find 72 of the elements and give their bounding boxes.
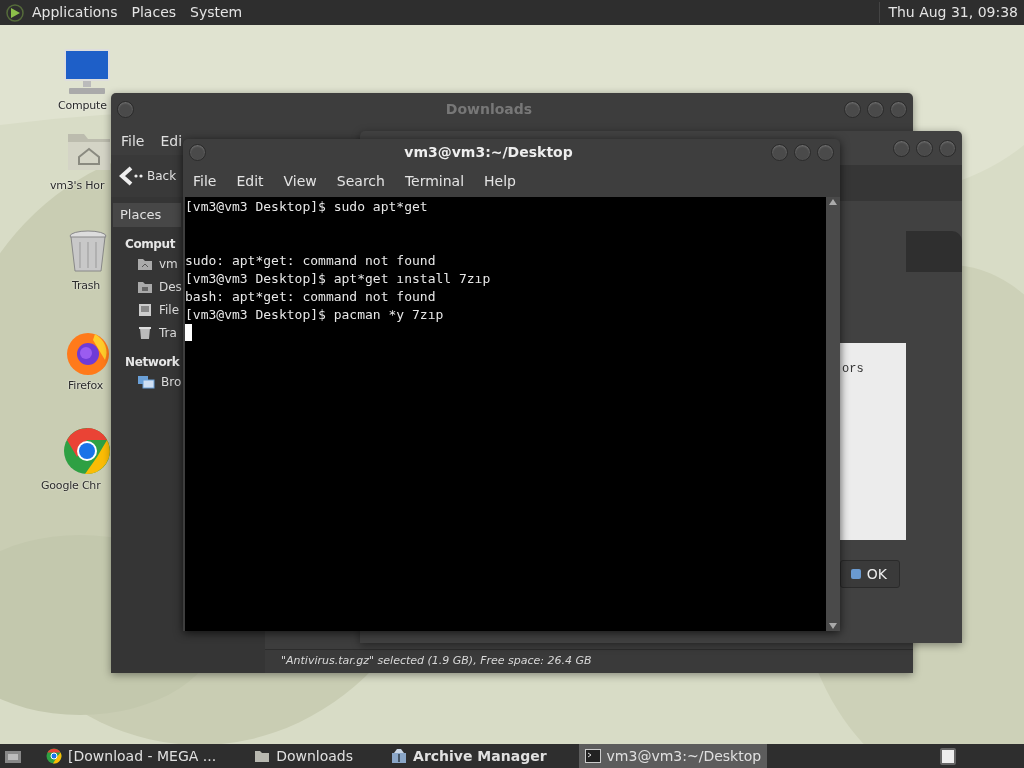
menu-item[interactable]: Terminal [404,170,465,192]
terminal-icon [584,749,601,763]
sidebar-item[interactable]: Bro [137,370,182,394]
clock[interactable]: Thu Aug 31, 09:38 [879,2,1024,23]
terminal-line: [vm3@vm3 Desktop]$ sudo apt*get [185,198,429,216]
window-title: vm3@vm3:~/Desktop [403,142,574,162]
status-text: "Antivirus.tar.gz" selected (1.9 GB), Free space: 26.4 GB [281,653,592,670]
menu-item[interactable]: Help [484,170,516,192]
trash-icon [137,326,153,340]
browser-logo-icon [46,748,62,764]
desktop-icon-label[interactable]: vm3's Hor [50,178,105,195]
scroll-down-icon[interactable] [829,623,837,629]
terminal-line: bash: apt*get: command not found [185,288,437,306]
sidebar-item[interactable]: Tra [137,321,177,345]
window-control-button[interactable] [939,139,956,157]
window-control-button[interactable] [817,143,834,161]
trash-icon[interactable] [68,230,108,274]
sidebar-item[interactable]: File [137,298,180,322]
sidebar-heading: Network [125,353,180,371]
desktop-icon-label[interactable]: Trash [72,278,101,295]
taskbar-button[interactable]: Archive Manager [385,744,553,768]
dialog-text: ors [842,362,864,376]
folder-icon [254,749,271,763]
window-control-button[interactable] [890,100,907,118]
browser-logo-icon[interactable] [65,330,111,376]
menu-item[interactable]: File [193,170,217,192]
taskbar-button[interactable]: Downloads [248,744,360,768]
menu-item[interactable]: Edi [160,131,183,152]
home-folder-icon [137,257,153,271]
sidebar-tab[interactable]: Places [113,203,181,227]
drive-icon [137,303,153,317]
show-desktop-icon[interactable] [4,748,22,764]
window-control-button[interactable] [771,143,788,161]
window-control-button[interactable] [794,143,811,161]
workspace-switcher[interactable] [940,747,956,765]
desktop-icon-label[interactable]: Firefox [68,378,103,395]
window-control-button[interactable] [844,100,861,118]
browser-logo-icon[interactable] [63,427,111,475]
desktop-icon-label[interactable]: Compute [58,98,107,115]
window-title: Downloads [444,99,534,119]
terminal-line: [vm3@vm3 Desktop]$ pacman *y 7zıp [185,306,445,324]
sidebar-item[interactable]: vm [137,252,178,276]
menu-item[interactable]: View [283,170,317,192]
window-control-button[interactable] [893,139,910,157]
network-icon [137,375,155,389]
sidebar-heading: Comput [125,235,176,253]
play-logo-icon[interactable] [6,3,24,22]
archive-icon [391,748,408,764]
terminal-line: sudo: apt*get: command not found [185,252,437,270]
window-control-button[interactable] [916,139,933,157]
scrollbar[interactable] [826,197,840,631]
menu-item[interactable]: File [121,131,145,152]
panel-menu[interactable]: Places [131,2,177,23]
monitor-icon[interactable] [63,47,111,95]
back-button[interactable]: Back [147,167,177,185]
menu-item[interactable]: Edit [236,170,264,192]
ok-button[interactable]: OK [840,560,900,588]
scroll-up-icon[interactable] [829,199,837,205]
back-arrow-icon[interactable] [119,166,143,186]
terminal-line: [vm3@vm3 Desktop]$ apt*get ınstall 7zıp [185,270,492,288]
folder-icon [137,280,153,294]
window-control-button[interactable] [117,100,134,118]
desktop-icon-label[interactable]: Google Chr [41,478,101,495]
sidebar-item[interactable]: Des [137,275,182,299]
window-control-button[interactable] [867,100,884,118]
panel-menu[interactable]: Applications [32,2,118,23]
taskbar-button[interactable]: [Download - MEGA ... [40,744,223,768]
tab-strip [906,231,962,272]
panel-menu[interactable]: System [190,2,243,23]
taskbar-button[interactable]: vm3@vm3:~/Desktop [578,744,768,768]
window-control-button[interactable] [189,143,206,161]
menu-item[interactable]: Search [336,170,385,192]
